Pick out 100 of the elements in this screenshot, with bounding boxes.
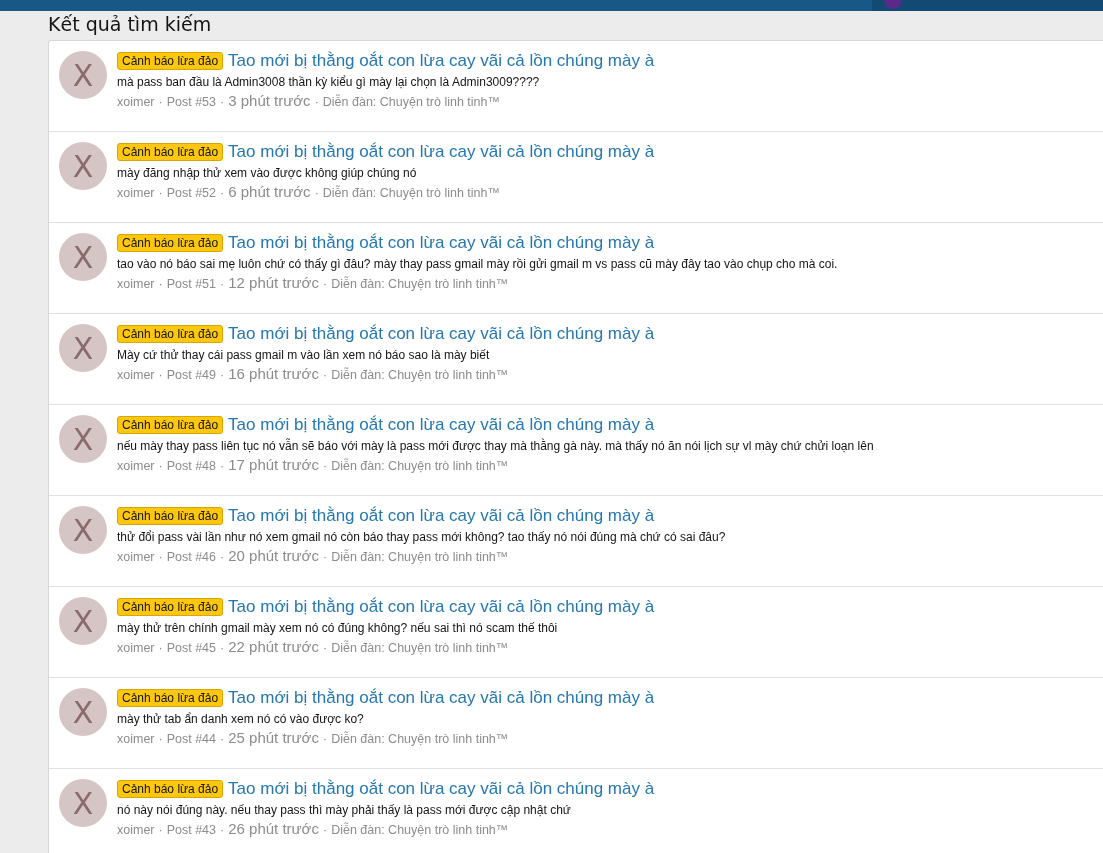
author-link[interactable]: xoimer — [117, 459, 155, 473]
post-time: 16 phút trước — [228, 365, 319, 382]
user-menu[interactable] — [872, 0, 1103, 11]
separator: · — [158, 823, 163, 837]
post-link[interactable]: Post #46 — [166, 550, 217, 564]
thread-prefix[interactable]: Cảnh báo lừa đảo — [117, 325, 224, 343]
separator: · — [158, 641, 163, 655]
separator: · — [220, 823, 225, 837]
post-link[interactable]: Post #52 — [166, 186, 217, 200]
thread-prefix[interactable]: Cảnh báo lừa đảo — [117, 507, 224, 525]
post-time: 3 phút trước — [228, 92, 311, 109]
post-link[interactable]: Post #48 — [166, 459, 217, 473]
post-time: 25 phút trước — [228, 729, 319, 746]
thread-title-link[interactable]: Tao mới bị thằng oắt con lừa cay vãi cả lồn chúng mày à — [228, 597, 655, 617]
separator: · — [158, 550, 163, 564]
forum-link[interactable]: Diễn đàn: Chuyện trò linh tinh™ — [331, 641, 509, 655]
post-time: 20 phút trước — [228, 547, 319, 564]
user-avatar[interactable]: X — [59, 597, 107, 645]
thread-prefix[interactable]: Cảnh báo lừa đảo — [117, 143, 224, 161]
user-avatar[interactable]: X — [59, 779, 107, 827]
user-avatar[interactable]: X — [59, 233, 107, 281]
separator: · — [322, 550, 328, 564]
author-link[interactable]: xoimer — [117, 368, 155, 382]
thread-title-link[interactable]: Tao mới bị thằng oắt con lừa cay vãi cả lồn chúng mày à — [228, 415, 655, 435]
post-link[interactable]: Post #44 — [166, 732, 217, 746]
separator: · — [322, 641, 328, 655]
separator: · — [158, 459, 163, 473]
author-link[interactable]: xoimer — [117, 186, 155, 200]
thread-prefix[interactable]: Cảnh báo lừa đảo — [117, 416, 224, 434]
user-avatar[interactable]: X — [59, 51, 107, 99]
post-link[interactable]: Post #45 — [166, 641, 217, 655]
author-link[interactable]: xoimer — [117, 277, 155, 291]
user-avatar[interactable]: X — [59, 415, 107, 463]
thread-prefix[interactable]: Cảnh báo lừa đảo — [117, 689, 224, 707]
forum-link[interactable]: Diễn đàn: Chuyện trò linh tinh™ — [331, 550, 509, 564]
forum-link[interactable]: Diễn đàn: Chuyện trò linh tinh™ — [331, 368, 509, 382]
post-snippet: tao vào nó báo sai mẹ luôn chứ có thấy gì đâu? mày thay pass gmail mày rồi gửi gmail m vs pass cũ mày đây tao vào chụp cho mà coi. — [117, 257, 838, 271]
forum-link[interactable]: Diễn đàn: Chuyện trò linh tinh™ — [331, 732, 509, 746]
thread-prefix[interactable]: Cảnh báo lừa đảo — [117, 52, 224, 70]
author-link[interactable]: xoimer — [117, 732, 155, 746]
thread-prefix[interactable]: Cảnh báo lừa đảo — [117, 234, 224, 252]
separator: · — [158, 732, 163, 746]
separator: · — [220, 186, 225, 200]
thread-prefix[interactable]: Cảnh báo lừa đảo — [117, 780, 224, 798]
author-link[interactable]: xoimer — [117, 823, 155, 837]
separator: · — [314, 186, 319, 200]
user-avatar[interactable]: X — [59, 142, 107, 190]
author-link[interactable]: xoimer — [117, 550, 155, 564]
thread-title-link[interactable]: Tao mới bị thằng oắt con lừa cay vãi cả lồn chúng mày à — [228, 324, 655, 344]
forum-link[interactable]: Diễn đàn: Chuyện trò linh tinh™ — [331, 459, 509, 473]
separator: · — [322, 368, 328, 382]
forum-link[interactable]: Diễn đàn: Chuyện trò linh tinh™ — [322, 186, 500, 200]
forum-link[interactable]: Diễn đàn: Chuyện trò linh tinh™ — [331, 277, 509, 291]
separator: · — [322, 823, 328, 837]
separator: · — [158, 277, 163, 291]
post-link[interactable]: Post #51 — [166, 277, 217, 291]
thread-title-link[interactable]: Tao mới bị thằng oắt con lừa cay vãi cả lồn chúng mày à — [228, 779, 655, 799]
post-snippet: nếu mày thay pass liên tục nó vẫn sẽ báo với mày là pass mới được thay mà thằng gà này. mà thấy nó ăn nói lịch sự vl mày chứ chửi loạn lên — [117, 439, 874, 453]
forum-link[interactable]: Diễn đàn: Chuyện trò linh tinh™ — [322, 95, 500, 109]
separator: · — [220, 95, 225, 109]
post-time: 22 phút trước — [228, 638, 319, 655]
separator: · — [220, 641, 225, 655]
separator: · — [220, 368, 225, 382]
user-avatar[interactable]: X — [59, 324, 107, 372]
separator: · — [220, 732, 225, 746]
separator: · — [220, 459, 225, 473]
separator: · — [220, 277, 225, 291]
post-snippet: mày đăng nhập thử xem vào được không giúp chúng nó — [117, 166, 418, 180]
post-link[interactable]: Post #49 — [166, 368, 217, 382]
post-snippet: thử đổi pass vài lần như nó xem gmail nó còn báo thay pass mới không? tao thấy nó nói đúng mà chứ có sai đâu? — [117, 530, 726, 544]
author-link[interactable]: xoimer — [117, 95, 155, 109]
forum-link[interactable]: Diễn đàn: Chuyện trò linh tinh™ — [331, 823, 509, 837]
post-link[interactable]: Post #53 — [166, 95, 217, 109]
thread-title-link[interactable]: Tao mới bị thằng oắt con lừa cay vãi cả lồn chúng mày à — [228, 142, 655, 162]
post-snippet: mà pass ban đầu là Admin3008 thần kỳ kiểu gì mày lại chọn là Admin3009???? — [117, 75, 541, 89]
thread-prefix[interactable]: Cảnh báo lừa đảo — [117, 598, 224, 616]
thread-title-link[interactable]: Tao mới bị thằng oắt con lừa cay vãi cả lồn chúng mày à — [228, 506, 655, 526]
separator: · — [322, 459, 328, 473]
user-avatar-icon — [884, 0, 902, 9]
thread-title-link[interactable]: Tao mới bị thằng oắt con lừa cay vãi cả lồn chúng mày à — [228, 51, 655, 71]
page-heading: Kết quả tìm kiếm — [48, 12, 212, 37]
author-link[interactable]: xoimer — [117, 641, 155, 655]
separator: · — [314, 95, 319, 109]
thread-title-link[interactable]: Tao mới bị thằng oắt con lừa cay vãi cả lồn chúng mày à — [228, 688, 655, 708]
separator: · — [158, 95, 163, 109]
thread-title-link[interactable]: Tao mới bị thằng oắt con lừa cay vãi cả lồn chúng mày à — [228, 233, 655, 253]
separator: · — [322, 732, 328, 746]
post-snippet: mày thử trên chính gmail mày xem nó có đúng không? nếu sai thì nó scam thế thôi — [117, 621, 559, 635]
post-link[interactable]: Post #43 — [166, 823, 217, 837]
user-avatar[interactable]: X — [59, 688, 107, 736]
post-time: 26 phút trước — [228, 820, 319, 837]
post-snippet: nó này nói đúng này. nếu thay pass thì mày phải thấy là pass mới được cập nhật chứ — [117, 803, 572, 817]
separator: · — [158, 368, 163, 382]
post-snippet: Mày cứ thử thay cái pass gmail m vào lần xem nó báo sao là mày biết — [117, 348, 491, 362]
user-avatar[interactable]: X — [59, 506, 107, 554]
separator: · — [322, 277, 328, 291]
separator: · — [158, 186, 163, 200]
separator: · — [220, 550, 225, 564]
post-snippet: mày thử tab ẩn danh xem nó có vào được ko? — [117, 712, 365, 726]
post-time: 17 phút trước — [228, 456, 319, 473]
